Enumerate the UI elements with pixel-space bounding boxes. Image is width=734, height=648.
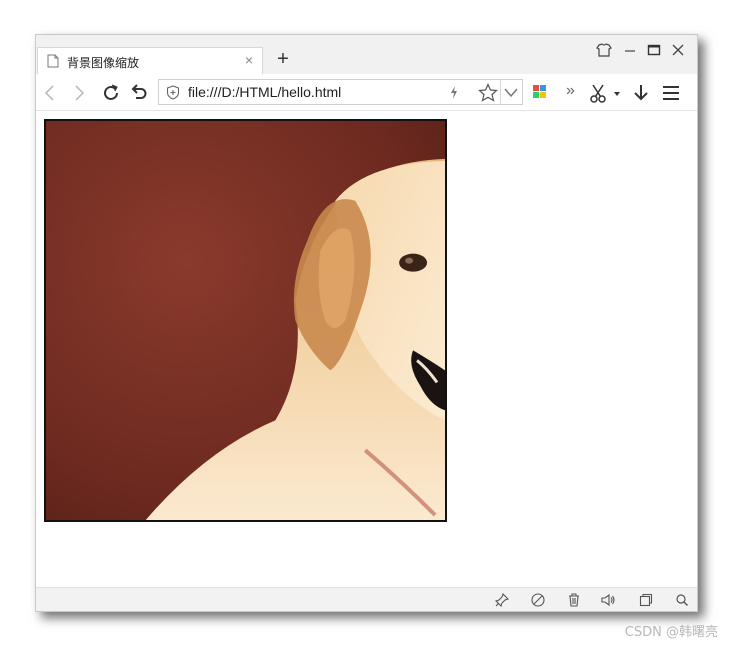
menu-icon[interactable] [660, 82, 682, 104]
apps-icon[interactable] [531, 83, 549, 101]
speaker-icon[interactable] [600, 592, 616, 608]
close-window-icon[interactable] [667, 41, 689, 59]
browser-tab[interactable]: 背景图像缩放 × [37, 47, 263, 75]
address-bar[interactable]: file:///D:/HTML/hello.html [158, 79, 523, 105]
lightning-icon[interactable] [448, 85, 460, 100]
window-icon[interactable] [638, 592, 654, 608]
tab-close-icon[interactable]: × [242, 53, 256, 67]
forward-icon[interactable] [68, 82, 90, 104]
shield-icon[interactable] [166, 85, 180, 100]
title-bar: 背景图像缩放 × + [36, 35, 697, 75]
divider [500, 80, 501, 104]
toolbar: file:///D:/HTML/hello.html » [36, 74, 697, 111]
page-icon [47, 54, 59, 68]
back-icon[interactable] [40, 82, 62, 104]
page-content [36, 111, 697, 587]
pin-icon[interactable] [494, 592, 510, 608]
tab-title: 背景图像缩放 [67, 56, 140, 70]
undo-icon[interactable] [128, 82, 150, 104]
browser-window: 背景图像缩放 × + file:///D:/HTML/hello.html » [35, 34, 698, 612]
zoom-icon[interactable] [674, 592, 690, 608]
more-icon[interactable]: » [566, 82, 575, 100]
status-bar [36, 587, 697, 611]
no-ads-icon[interactable] [530, 592, 546, 608]
reload-icon[interactable] [100, 82, 122, 104]
caret-down-icon[interactable] [612, 82, 622, 104]
chevron-down-icon[interactable] [503, 86, 519, 99]
watermark: CSDN @韩曙亮 [624, 625, 718, 640]
skin-icon[interactable] [593, 41, 615, 59]
trash-icon[interactable] [566, 592, 582, 608]
new-tab-button[interactable]: + [274, 49, 292, 69]
download-icon[interactable] [630, 82, 652, 104]
star-icon[interactable] [478, 83, 498, 102]
url-text: file:///D:/HTML/hello.html [188, 84, 342, 100]
minimize-icon[interactable] [619, 41, 641, 59]
scissors-icon[interactable] [588, 82, 610, 104]
maximize-icon[interactable] [643, 41, 665, 59]
dog-photo [46, 121, 445, 520]
background-image-box [44, 119, 447, 522]
